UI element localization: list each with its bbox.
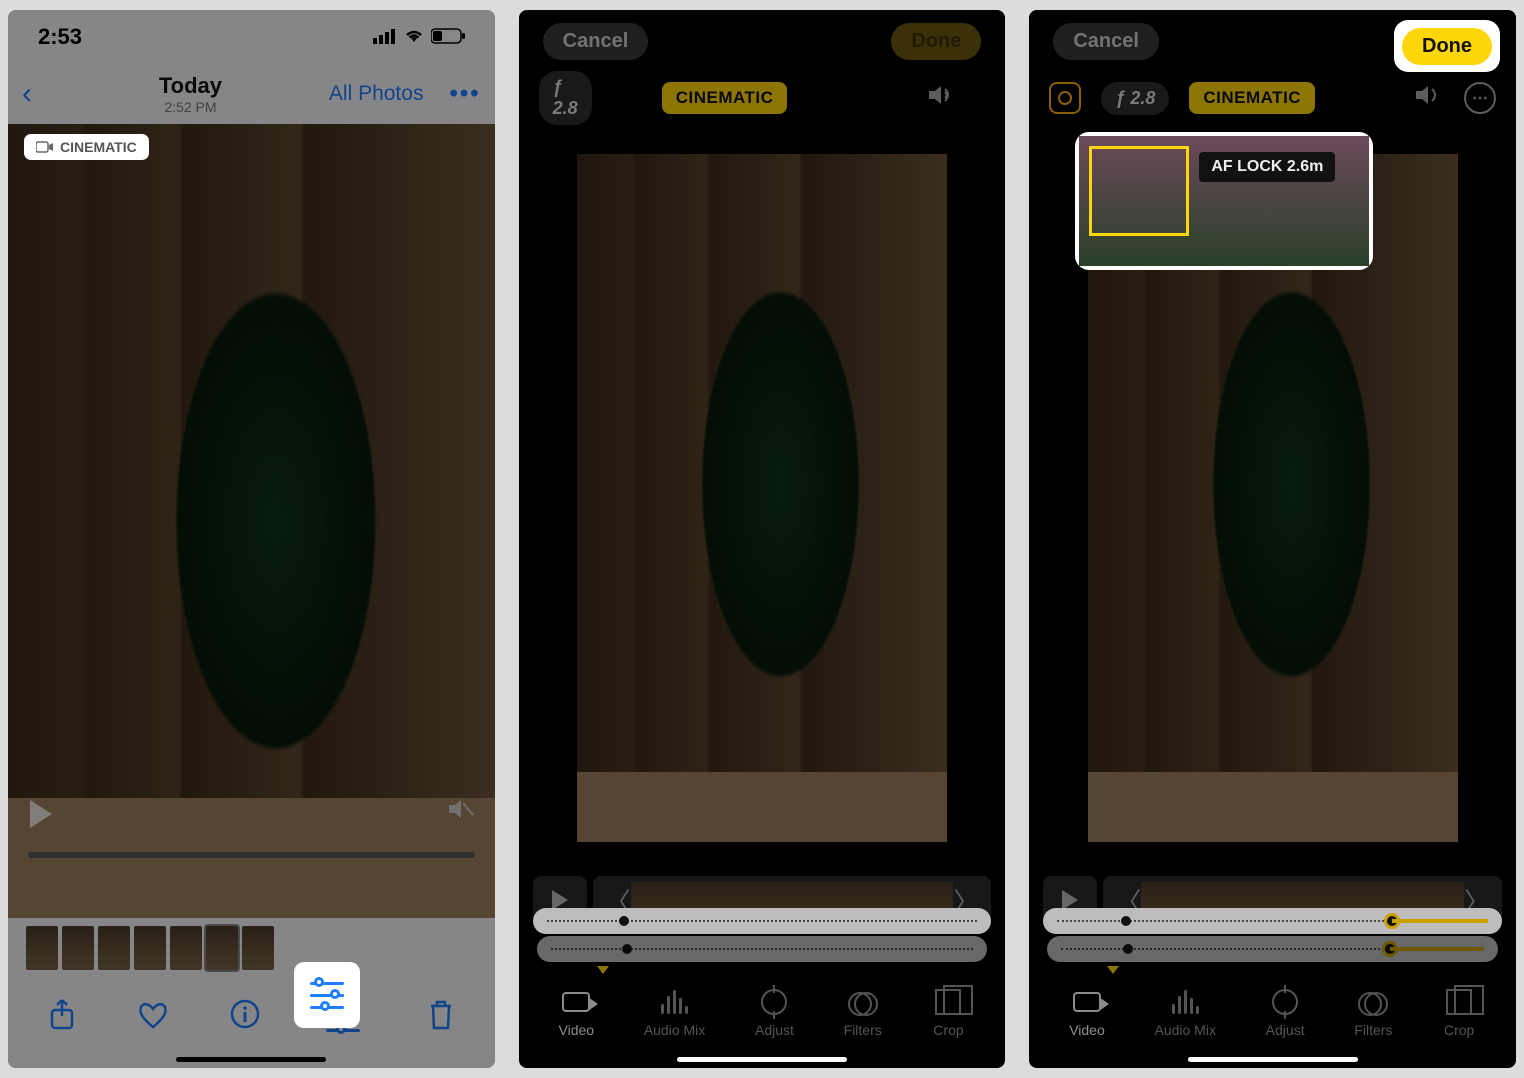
volume-icon[interactable] <box>927 83 957 114</box>
highlight-af-lock: AF LOCK 2.6m <box>1079 136 1369 266</box>
status-right: 30 <box>373 24 465 50</box>
tab-video[interactable]: Video <box>1069 988 1105 1038</box>
sliders-icon <box>310 980 344 1010</box>
photo-content <box>8 124 495 918</box>
edit-tabs: Video Audio Mix Adjust Filters Crop <box>519 974 1006 1068</box>
tab-crop[interactable]: Crop <box>931 988 965 1038</box>
status-bar: 2:53 30 <box>8 10 495 64</box>
tab-crop[interactable]: Crop <box>1442 988 1476 1038</box>
thumbnail[interactable] <box>170 926 202 970</box>
delete-button[interactable] <box>427 998 455 1038</box>
thumbnail[interactable] <box>134 926 166 970</box>
highlight-edit-button <box>294 962 360 1028</box>
tab-audio-mix[interactable]: Audio Mix <box>644 988 705 1038</box>
phone-3-edit-aflock: Cancel Done ƒ 2.8 CINEMATIC ⋯ AF LOCK 2.… <box>1029 10 1516 1068</box>
mute-icon[interactable] <box>447 796 475 828</box>
favorite-button[interactable] <box>137 1000 169 1037</box>
nav-subtitle: 2:52 PM <box>60 99 321 115</box>
playhead-marker-icon <box>597 966 609 974</box>
home-indicator <box>677 1057 847 1062</box>
thumbnail-strip[interactable] <box>8 918 495 978</box>
play-icon[interactable] <box>30 800 52 828</box>
edit-toolbar: ƒ 2.8 CINEMATIC ⋯ <box>1029 72 1516 124</box>
phone-2-edit-cinematic: Cancel Done ƒ 2.8 CINEMATIC ⋯ 〈 〉 Vid <box>519 10 1006 1068</box>
focus-track-highlighted[interactable] <box>1043 908 1502 934</box>
thumbnail[interactable] <box>242 926 274 970</box>
edit-toolbar: ƒ 2.8 CINEMATIC ⋯ <box>519 72 1006 124</box>
svg-text:30: 30 <box>448 32 458 42</box>
volume-icon[interactable] <box>1414 83 1444 114</box>
nav-bar: ‹ Today 2:52 PM All Photos ••• <box>8 64 495 124</box>
wifi-icon <box>403 24 425 50</box>
done-button-highlighted[interactable]: Done <box>1402 28 1492 65</box>
thumbnail[interactable] <box>26 926 58 970</box>
aperture-button[interactable]: ƒ 2.8 <box>539 71 592 125</box>
thumbnail[interactable] <box>206 926 238 970</box>
edit-topbar: Cancel Done <box>519 10 1006 72</box>
more-button[interactable]: ••• <box>449 80 480 108</box>
aperture-button[interactable]: ƒ 2.8 <box>1101 82 1169 115</box>
edit-tabs: Video Audio Mix Adjust Filters Crop <box>1029 974 1516 1068</box>
home-indicator <box>176 1057 326 1062</box>
done-button[interactable]: Done <box>891 23 981 60</box>
all-photos-button[interactable]: All Photos <box>329 82 424 106</box>
tab-filters[interactable]: Filters <box>844 988 882 1038</box>
cinematic-badge[interactable]: CINEMATIC <box>662 82 788 114</box>
photo-viewport[interactable]: CINEMATIC <box>8 124 495 918</box>
cancel-button[interactable]: Cancel <box>1053 23 1159 60</box>
focus-track-highlighted[interactable] <box>533 908 992 934</box>
tab-adjust[interactable]: Adjust <box>755 988 794 1038</box>
playhead-marker-icon <box>1107 966 1119 974</box>
more-options-button[interactable]: ⋯ <box>1464 82 1496 114</box>
highlight-focus-track <box>533 902 992 942</box>
cancel-button[interactable]: Cancel <box>543 23 649 60</box>
video-frame <box>577 154 947 842</box>
nav-title-block: Today 2:52 PM <box>60 73 321 115</box>
info-button[interactable] <box>230 999 260 1037</box>
focus-mode-icon[interactable] <box>1049 82 1081 114</box>
highlight-focus-track <box>1043 902 1502 942</box>
cinematic-badge: CINEMATIC <box>24 134 149 160</box>
edit-canvas[interactable] <box>519 124 1006 872</box>
highlight-done-button: Done <box>1394 20 1500 72</box>
status-time: 2:53 <box>38 24 82 50</box>
home-indicator <box>1188 1057 1358 1062</box>
share-button[interactable] <box>48 998 76 1038</box>
tab-adjust[interactable]: Adjust <box>1266 988 1305 1038</box>
thumbnail[interactable] <box>98 926 130 970</box>
battery-icon: 30 <box>431 24 465 50</box>
back-button[interactable]: ‹ <box>22 77 52 111</box>
tab-video[interactable]: Video <box>559 988 595 1038</box>
scrubber[interactable] <box>28 852 475 858</box>
nav-title: Today <box>60 73 321 99</box>
cinematic-badge[interactable]: CINEMATIC <box>1189 82 1315 114</box>
cellular-icon <box>373 24 397 50</box>
bottom-toolbar <box>8 978 495 1068</box>
phone-1-photos-viewer: 2:53 30 ‹ Today 2:52 PM All Photos ••• C… <box>8 10 495 1068</box>
thumbnail[interactable] <box>62 926 94 970</box>
video-icon <box>36 140 54 154</box>
tab-filters[interactable]: Filters <box>1354 988 1392 1038</box>
tab-audio-mix[interactable]: Audio Mix <box>1154 988 1215 1038</box>
